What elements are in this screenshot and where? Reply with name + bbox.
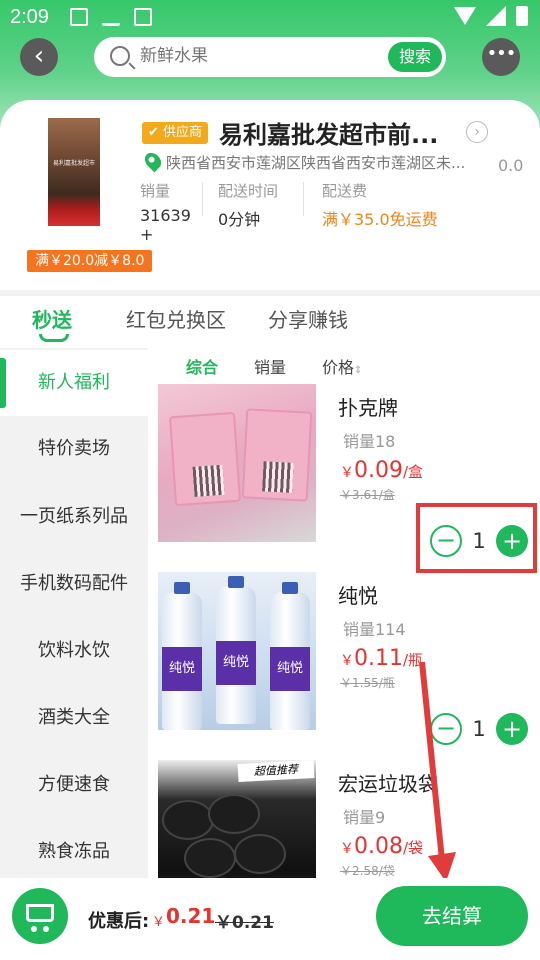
store-address[interactable]: 陕西省西安市莲湖区陕西省西安市莲湖区未... — [166, 152, 484, 173]
bottle-graphic: 纯悦 — [216, 576, 256, 724]
product-original-price: ￥3.61/盒 — [340, 488, 395, 502]
stat-divider — [303, 182, 304, 216]
plus-icon[interactable]: + — [496, 713, 528, 745]
product-price: ￥0.08/袋 — [340, 834, 424, 859]
battery-icon — [516, 6, 528, 26]
store-name[interactable]: 易利嘉批发超市前... — [219, 115, 438, 150]
stat-delivery-fee: 配送费 满￥35.0免运费 — [322, 182, 438, 229]
tab-miaosong[interactable]: 秒送 — [32, 304, 72, 333]
tab-red-packet[interactable]: 红包兑换区 — [126, 304, 226, 333]
category-item[interactable]: 一页纸系列品 — [0, 484, 148, 550]
category-item[interactable]: 手机数码配件 — [0, 551, 148, 617]
search-icon — [110, 46, 130, 66]
quantity-value: 1 — [472, 717, 486, 741]
category-item[interactable]: 饮料水饮 — [0, 618, 148, 684]
category-sidebar: 新人福利 特价卖场 一页纸系列品 手机数码配件 饮料水饮 酒类大全 方便速食 熟… — [0, 348, 148, 878]
system-icons — [454, 6, 528, 26]
total-label: 优惠后: — [88, 911, 150, 932]
app-notification-icon — [134, 8, 152, 26]
bottle-graphic: 纯悦 — [162, 582, 202, 730]
stat-sales-extra: + — [140, 225, 154, 244]
tab-active-indicator — [39, 334, 69, 342]
ellipsis-icon: ••• — [486, 43, 517, 64]
bag-banner-text: 超值推荐 — [237, 760, 315, 782]
bottom-bar: 优惠后: ￥ 0.21 ￥0.21 去结算 — [0, 878, 540, 960]
tabs-bar: 秒送 红包兑换区 分享赚钱 — [0, 296, 540, 348]
sort-arrows-icon: ⇕ — [354, 365, 363, 376]
store-photo-sign: 易利嘉批发超市 — [52, 160, 95, 167]
status-time: 2:09 — [10, 6, 49, 28]
product-image[interactable]: 超值推荐 — [158, 760, 316, 878]
product-sales: 销量18 — [343, 432, 396, 451]
minus-icon[interactable]: − — [430, 713, 462, 745]
card-box-graphic — [168, 411, 242, 507]
store-rating: 0.0 — [498, 156, 524, 175]
checkout-button[interactable]: 去结算 — [376, 886, 528, 946]
search-button[interactable]: 搜索 — [388, 42, 442, 72]
stat-delivery-time: 配送时间 0分钟 — [218, 182, 279, 229]
product-item[interactable]: 纯悦 纯悦 纯悦 纯悦 销量114 ￥0.11/瓶 ￥1.55/瓶 − 1 + — [148, 572, 540, 760]
store-card: 易利嘉批发超市 ✔ 供应商 易利嘉批发超市前... › 陕西省西安市莲湖区陕西省… — [0, 100, 540, 286]
category-item[interactable]: 熟食冻品 — [0, 819, 148, 885]
image-notification-icon — [70, 8, 88, 26]
store-photo[interactable]: 易利嘉批发超市 — [48, 118, 100, 226]
product-price: ￥0.11/瓶 — [340, 646, 424, 671]
product-name: 宏运垃圾袋 — [338, 772, 438, 796]
search-bar[interactable]: 搜索 — [94, 37, 446, 77]
sort-default[interactable]: 综合 — [186, 354, 218, 378]
status-bar: 2:09 — [0, 0, 540, 36]
more-options-button[interactable]: ••• — [482, 38, 520, 76]
back-arrow-icon: ‹ — [33, 41, 45, 71]
download-notification-icon — [102, 8, 120, 26]
product-image[interactable]: 纯悦 纯悦 纯悦 — [158, 572, 316, 730]
search-input[interactable] — [140, 46, 360, 66]
bottle-graphic: 纯悦 — [270, 582, 310, 730]
product-item[interactable]: 超值推荐 宏运垃圾袋 销量9 ￥0.08/袋 ￥2.58/袋 — [148, 760, 540, 878]
check-icon: ✔ — [148, 125, 164, 140]
product-name: 纯悦 — [338, 584, 378, 608]
product-sales: 销量114 — [343, 620, 406, 639]
product-list: 综合 销量 价格⇕ 扑克牌 销量18 ￥0.09/盒 ￥3.61/盒 − 1 +… — [148, 348, 540, 878]
product-name: 扑克牌 — [338, 396, 398, 420]
category-item[interactable]: 新人福利 — [0, 350, 148, 416]
annotation-highlight-box — [416, 503, 537, 573]
sort-price[interactable]: 价格⇕ — [322, 354, 362, 378]
card-box-graphic — [241, 408, 313, 502]
product-sales: 销量9 — [343, 808, 386, 827]
quantity-stepper: − 1 + — [430, 712, 528, 746]
total-currency: ￥ — [152, 915, 166, 930]
back-button[interactable]: ‹ — [20, 38, 58, 76]
supplier-badge: ✔ 供应商 — [142, 122, 209, 144]
tab-share-earn[interactable]: 分享赚钱 — [268, 304, 348, 333]
product-image[interactable] — [158, 384, 316, 542]
total-price: 0.21 — [166, 904, 216, 928]
stat-sales: 销量 31639 + — [140, 182, 191, 244]
cart-button[interactable] — [12, 888, 68, 944]
sort-sales[interactable]: 销量 — [254, 354, 286, 378]
notification-icons — [70, 8, 152, 26]
category-item[interactable]: 酒类大全 — [0, 685, 148, 751]
wifi-icon — [454, 7, 476, 25]
signal-icon — [486, 6, 506, 26]
store-detail-chevron-icon[interactable]: › — [466, 121, 488, 143]
product-original-price: ￥1.55/瓶 — [340, 676, 395, 690]
location-pin-icon — [141, 149, 165, 173]
stat-divider — [202, 182, 203, 216]
total-original-price: ￥0.21 — [215, 913, 274, 933]
cart-icon — [26, 904, 54, 932]
product-original-price: ￥2.58/袋 — [340, 864, 395, 878]
promo-badge: 满￥20.0减￥8.0 — [27, 250, 153, 272]
category-item[interactable]: 特价卖场 — [0, 416, 148, 482]
product-price: ￥0.09/盒 — [340, 458, 424, 483]
category-item[interactable]: 方便速食 — [0, 752, 148, 818]
